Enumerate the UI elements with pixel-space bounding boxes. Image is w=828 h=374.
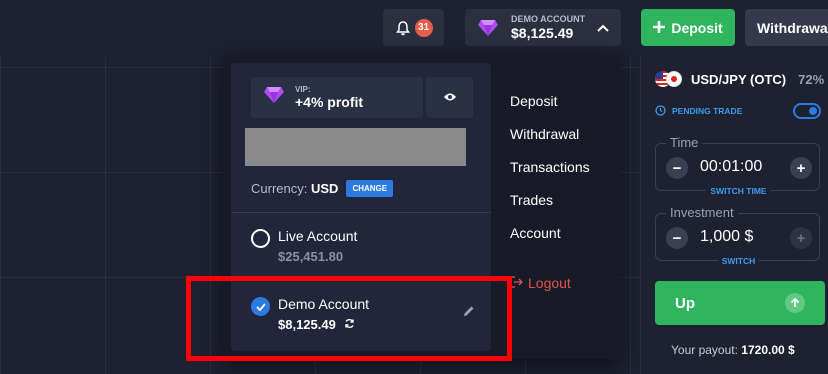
time-increase-button[interactable]: + [790,157,812,179]
pending-trade-toggle[interactable] [793,103,821,119]
masked-user-info [245,128,466,166]
divider [231,212,491,213]
asset-payout-percent: 72% [798,71,825,87]
asset-pair: USD/JPY (OTC) [691,71,787,87]
change-currency-button[interactable]: CHANGE [346,180,394,197]
investment-decrease-button[interactable]: − [666,227,688,249]
time-decrease-button[interactable]: − [666,157,688,179]
account-name: Live Account [278,228,358,244]
your-payout-label: Your payout: [671,343,738,357]
account-balance: $8,125.49 [511,25,574,41]
pending-trade-row: PENDING TRADE [655,103,821,119]
chevron-up-icon [597,24,609,32]
highlight-annotation [186,276,512,361]
top-bar: 31 DEMO ACCOUNT $8,125.49 Deposit Withdr… [0,0,828,57]
asset-selector[interactable]: USD/JPY (OTC) 72% [655,70,824,88]
account-menu: Deposit Withdrawal Transactions Trades A… [510,91,590,256]
switch-link[interactable]: SWITCH [656,256,821,266]
deposit-label: Deposit [671,19,723,36]
time-value[interactable]: 00:01:00 [700,158,762,176]
up-label: Up [675,294,695,312]
investment-value[interactable]: 1,000 $ [700,228,753,246]
eye-icon [443,89,457,107]
vip-profit: +4% profit [295,94,364,110]
withdrawal-label: Withdrawal [757,19,828,36]
currency-value: USD [310,181,339,196]
up-button[interactable]: Up [655,281,825,325]
clock-icon [655,105,666,116]
radio-unchecked-icon [251,229,270,248]
bell-icon [395,20,411,36]
investment-increase-button[interactable]: + [790,227,812,249]
menu-item-deposit[interactable]: Deposit [510,91,590,124]
switch-time-link[interactable]: SWITCH TIME [656,186,821,196]
arrow-up-icon [785,293,805,313]
menu-item-account[interactable]: Account [510,223,590,256]
account-selector-button[interactable]: DEMO ACCOUNT $8,125.49 [465,9,621,46]
time-field: Time − 00:01:00 + SWITCH TIME [655,135,820,196]
menu-item-trades[interactable]: Trades [510,190,590,223]
vip-card[interactable]: VIP: +4% profit [251,77,423,118]
diamond-icon [263,86,285,109]
account-type-label: DEMO ACCOUNT [511,14,586,24]
account-balance: $25,451.80 [278,249,344,264]
diamond-icon [477,19,501,37]
withdrawal-button[interactable]: Withdrawal [745,9,828,46]
logout-link[interactable]: Logout [510,275,571,291]
toggle-visibility-button[interactable] [426,77,473,118]
plus-icon [653,20,666,36]
time-label: Time [666,135,703,150]
your-payout: Your payout: 1720.00 $ [671,343,795,357]
trade-panel: USD/JPY (OTC) 72% PENDING TRADE Time − 0… [640,57,828,374]
investment-label: Investment [666,205,738,220]
pending-trade-label: PENDING TRADE [672,105,743,116]
menu-item-withdrawal[interactable]: Withdrawal [510,124,590,157]
investment-field: Investment − 1,000 $ + SWITCH [655,205,820,266]
currency-flags-icon [655,70,683,88]
notification-count-badge: 31 [414,18,433,37]
currency-row: Currency: USD CHANGE [251,180,394,197]
live-account-option[interactable]: Live Account $25,451.80 [251,228,357,264]
logout-label: Logout [528,275,571,291]
currency-label: Currency: [251,181,308,196]
notifications-button[interactable]: 31 [383,9,444,46]
vip-label: VIP: [295,85,311,94]
menu-item-transactions[interactable]: Transactions [510,157,590,190]
deposit-button[interactable]: Deposit [641,9,735,46]
your-payout-value: 1720.00 $ [741,343,795,357]
